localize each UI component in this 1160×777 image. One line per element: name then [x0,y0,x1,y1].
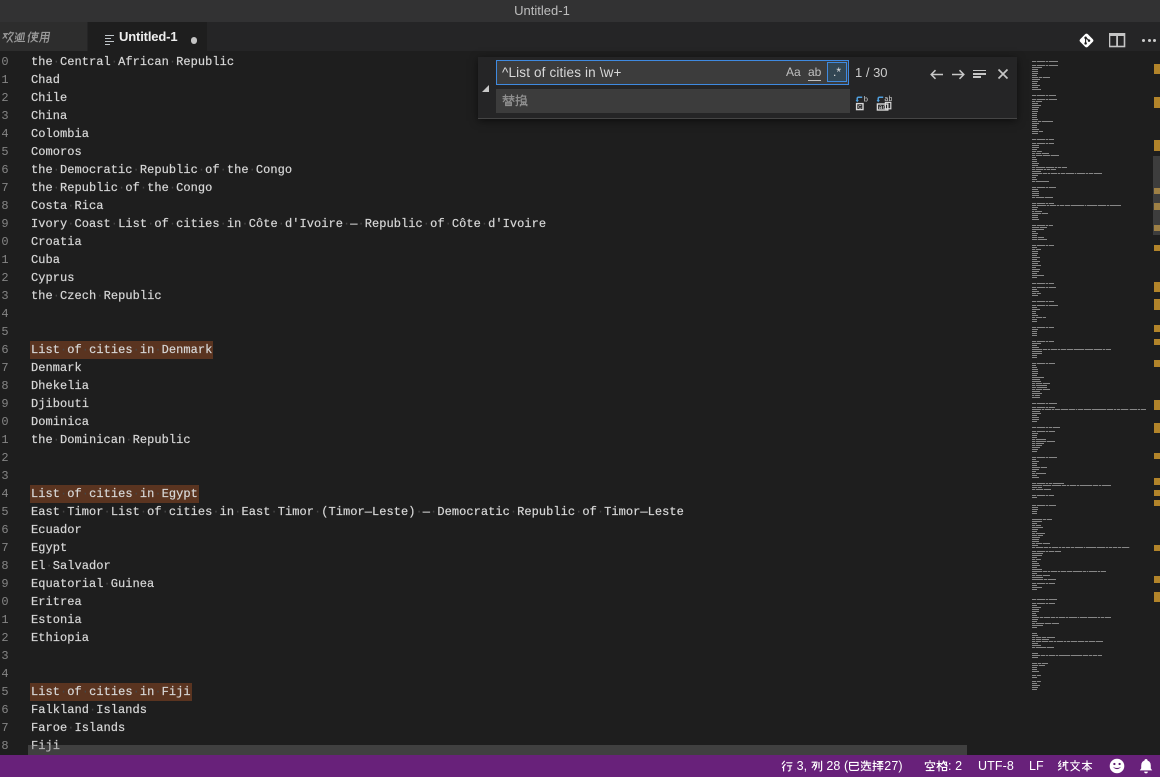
svg-text:c: c [858,103,862,110]
svg-text:ac: ac [879,104,887,111]
svg-text:b: b [864,96,869,104]
